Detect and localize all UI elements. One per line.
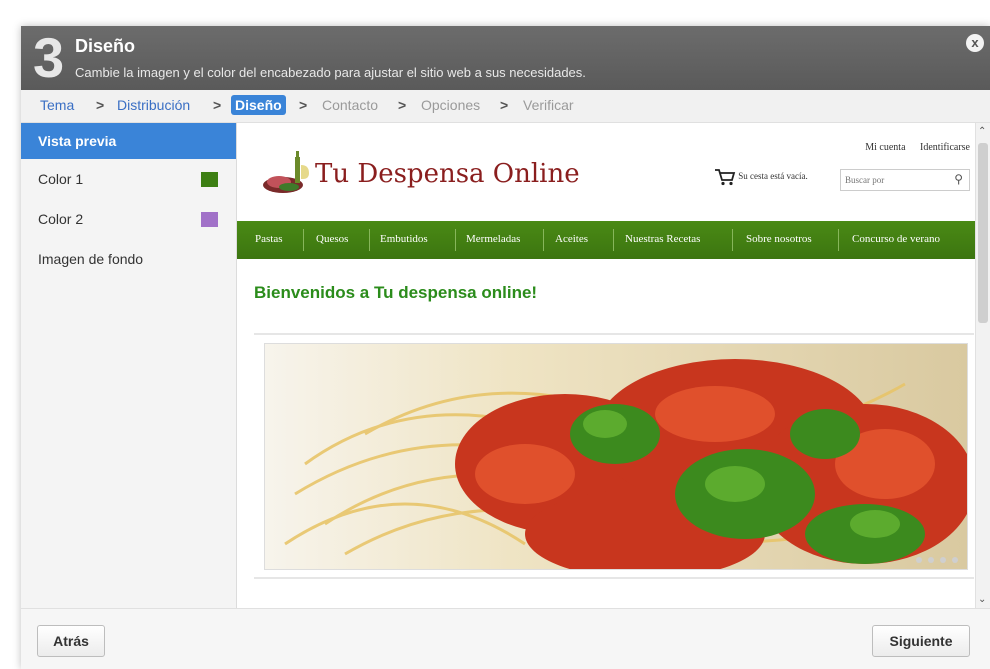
divider [254,333,974,335]
step-number: 3 [33,26,65,89]
breadcrumb-separator: > [299,97,308,113]
sidebar-item-label: Color 2 [38,211,84,227]
sidebar-item-vista-previa[interactable]: Vista previa [21,123,236,159]
identificarse-link[interactable]: Identificarse [920,142,970,153]
pasta-dish-image [265,344,975,579]
scrollbar-thumb[interactable] [978,143,988,323]
sidebar-item-label: Imagen de fondo [38,251,144,267]
logo-text: Tu Despensa Online [315,159,580,189]
dialog-header: 3 Diseño Cambie la imagen y el color del… [21,26,990,90]
search-input[interactable] [841,171,949,189]
breadcrumb: Tema > Distribución > Diseño > Contacto … [21,90,990,123]
scroll-down-icon[interactable]: ⌄ [978,594,986,605]
breadcrumb-diseno[interactable]: Diseño [231,95,286,115]
site-nav: Pastas Quesos Embutidos Mermeladas Aceit… [237,221,976,259]
preview-scrollbar[interactable]: ⌃ ⌄ [975,123,990,608]
dialog-subtitle: Cambie la imagen y el color del encabeza… [75,65,586,80]
scroll-up-icon[interactable]: ⌃ [978,126,986,137]
food-icon [263,151,309,193]
welcome-heading: Bienvenidos a Tu despensa online! [254,283,538,302]
nav-aceites[interactable]: Aceites [555,233,588,245]
search-icon[interactable]: ⚲ [954,172,963,186]
sidebar: Vista previa Color 1 Color 2 Imagen de f… [21,123,237,608]
breadcrumb-contacto[interactable]: Contacto [322,97,378,113]
nav-divider [732,229,733,251]
account-links: Mi cuenta Identificarse [853,142,970,153]
cart[interactable]: Su cesta está vacía. [714,168,808,186]
breadcrumb-tema[interactable]: Tema [40,97,74,113]
nav-pastas[interactable]: Pastas [255,233,283,245]
sidebar-item-imagen-de-fondo[interactable]: Imagen de fondo [21,241,236,277]
nav-embutidos[interactable]: Embutidos [380,233,428,245]
dialog-footer: Atrás Siguiente [21,608,990,669]
design-dialog: 3 Diseño Cambie la imagen y el color del… [21,26,990,669]
sidebar-item-label: Color 1 [38,171,84,187]
nav-quesos[interactable]: Quesos [316,233,348,245]
nav-concurso-de-verano[interactable]: Concurso de verano [852,233,940,245]
back-button[interactable]: Atrás [37,625,105,657]
nav-divider [369,229,370,251]
close-button[interactable]: x [966,34,984,52]
color-1-swatch[interactable] [201,172,218,187]
sidebar-item-color-2[interactable]: Color 2 [21,201,236,237]
next-button[interactable]: Siguiente [872,625,970,657]
color-2-swatch[interactable] [201,212,218,227]
nav-nuestras-recetas[interactable]: Nuestras Recetas [625,233,700,245]
nav-mermeladas[interactable]: Mermeladas [466,233,520,245]
nav-sobre-nosotros[interactable]: Sobre nosotros [746,233,812,245]
cart-status: Su cesta está vacía. [738,171,808,182]
nav-divider [455,229,456,251]
nav-divider [303,229,304,251]
breadcrumb-separator: > [500,97,509,113]
breadcrumb-separator: > [398,97,407,113]
nav-divider [838,229,839,251]
breadcrumb-separator: > [96,97,105,113]
sidebar-item-label: Vista previa [38,133,117,149]
sidebar-item-color-1[interactable]: Color 1 [21,161,236,197]
mi-cuenta-link[interactable]: Mi cuenta [865,142,905,153]
cart-icon [715,169,736,186]
dialog-title: Diseño [75,36,136,56]
site-logo[interactable]: Tu Despensa Online [261,151,580,202]
preview-site: Mi cuenta Identificarse Tu Despensa Onli… [237,123,976,608]
breadcrumb-separator: > [213,97,222,113]
breadcrumb-verificar[interactable]: Verificar [523,97,574,113]
search-box: ⚲ [840,169,970,191]
divider [254,577,974,579]
hero-image [264,343,975,579]
nav-divider [613,229,614,251]
breadcrumb-distribucion[interactable]: Distribución [117,97,190,113]
breadcrumb-opciones[interactable]: Opciones [421,97,480,113]
site-preview: Mi cuenta Identificarse Tu Despensa Onli… [237,123,990,608]
nav-divider [543,229,544,251]
